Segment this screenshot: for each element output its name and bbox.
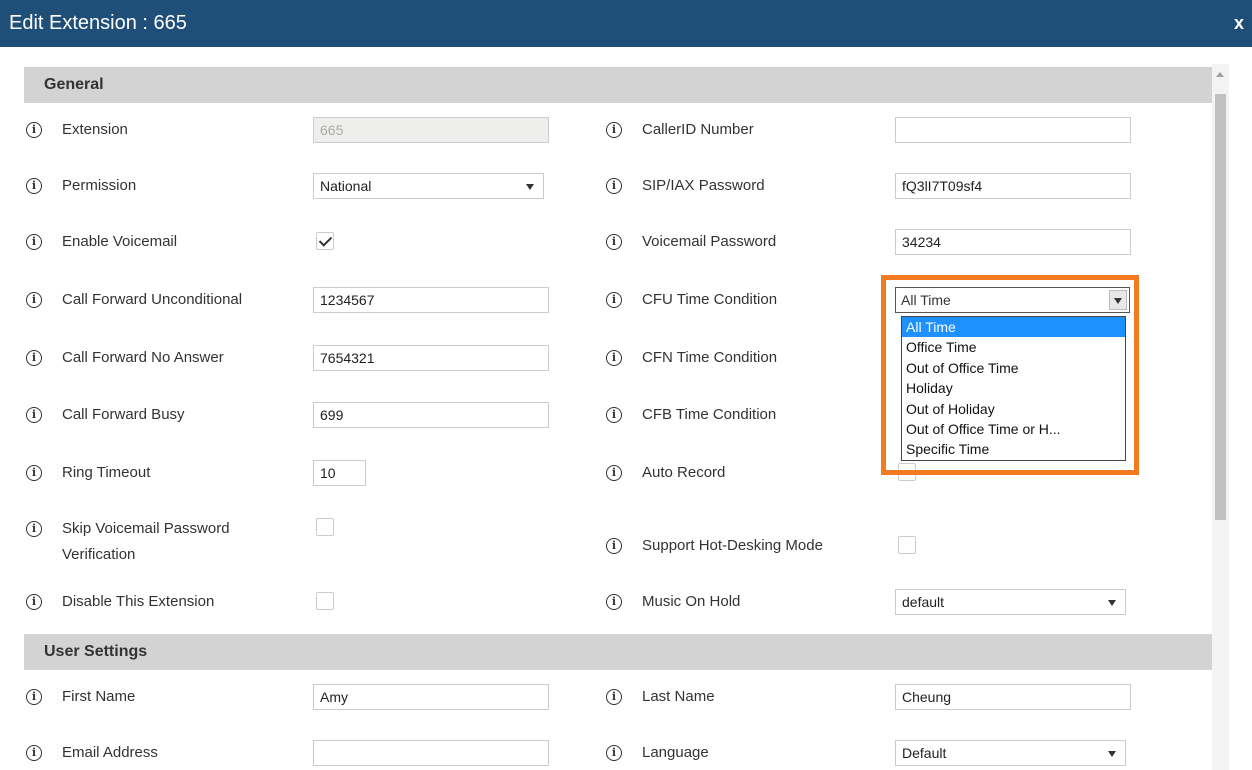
- cfn-time-label: CFN Time Condition: [642, 349, 778, 366]
- disable-extension-checkbox[interactable]: [316, 592, 334, 610]
- info-icon[interactable]: i: [606, 745, 622, 761]
- language-select[interactable]: Default: [895, 740, 1126, 766]
- cfb-input[interactable]: 699: [313, 402, 549, 428]
- language-label: Language: [642, 744, 709, 761]
- info-icon[interactable]: i: [26, 465, 42, 481]
- info-icon[interactable]: i: [26, 234, 42, 250]
- dialog-titlebar: Edit Extension : 665 x: [0, 0, 1252, 47]
- callerid-label: CallerID Number: [642, 121, 754, 138]
- dialog-title: Edit Extension : 665: [9, 12, 187, 34]
- info-icon[interactable]: i: [26, 178, 42, 194]
- permission-value: National: [320, 178, 372, 194]
- last-name-input[interactable]: Cheung: [895, 684, 1131, 710]
- dropdown-option[interactable]: All Time: [902, 317, 1125, 338]
- cfb-time-label: CFB Time Condition: [642, 406, 777, 423]
- sip-password-input[interactable]: fQ3lI7T09sf4: [895, 173, 1131, 199]
- cfu-input[interactable]: 1234567: [313, 287, 549, 313]
- hot-desking-label: Support Hot-Desking Mode: [642, 537, 823, 554]
- section-general-header: General: [24, 67, 1212, 103]
- scroll-up-icon[interactable]: [1216, 72, 1224, 77]
- auto-record-label: Auto Record: [642, 464, 726, 481]
- first-name-label: First Name: [62, 688, 136, 705]
- vertical-scrollbar[interactable]: [1212, 64, 1229, 770]
- info-icon[interactable]: i: [606, 594, 622, 610]
- info-icon[interactable]: i: [606, 292, 622, 308]
- last-name-label: Last Name: [642, 688, 715, 705]
- cfn-input[interactable]: 7654321: [313, 345, 549, 371]
- scrollbar-thumb[interactable]: [1215, 94, 1226, 520]
- dropdown-option[interactable]: Out of Office Time: [902, 358, 1125, 378]
- info-icon[interactable]: i: [26, 521, 42, 537]
- dropdown-option[interactable]: Out of Holiday: [902, 399, 1125, 419]
- chevron-down-icon: [1108, 600, 1116, 606]
- email-label: Email Address: [62, 744, 158, 761]
- info-icon[interactable]: i: [606, 122, 622, 138]
- disable-extension-label: Disable This Extension: [62, 593, 215, 610]
- cfu-time-value: All Time: [901, 292, 951, 308]
- enable-voicemail-checkbox[interactable]: [316, 232, 334, 250]
- dropdown-option[interactable]: Holiday: [902, 378, 1125, 398]
- hot-desking-checkbox[interactable]: [898, 536, 916, 554]
- extension-input: 665: [313, 117, 549, 143]
- info-icon[interactable]: i: [26, 594, 42, 610]
- callerid-input[interactable]: [895, 117, 1131, 143]
- time-condition-options-list: All Time Office Time Out of Office Time Hol…: [901, 316, 1126, 461]
- cfn-label: Call Forward No Answer: [62, 349, 224, 366]
- info-icon[interactable]: i: [26, 407, 42, 423]
- first-name-input[interactable]: Amy: [313, 684, 549, 710]
- info-icon[interactable]: i: [26, 122, 42, 138]
- info-icon[interactable]: i: [26, 350, 42, 366]
- language-value: Default: [902, 745, 947, 761]
- skip-vm-label-line2: Verification: [62, 546, 136, 563]
- cfu-time-label: CFU Time Condition: [642, 291, 778, 308]
- cfb-label: Call Forward Busy: [62, 406, 185, 423]
- cfu-label: Call Forward Unconditional: [62, 291, 243, 308]
- info-icon[interactable]: i: [26, 745, 42, 761]
- moh-select[interactable]: default: [895, 589, 1126, 615]
- moh-label: Music On Hold: [642, 593, 741, 610]
- enable-voicemail-label: Enable Voicemail: [62, 233, 178, 250]
- dropdown-option[interactable]: Out of Office Time or H...: [902, 419, 1125, 439]
- dropdown-option[interactable]: Office Time: [902, 337, 1125, 357]
- section-user-settings-title: User Settings: [44, 643, 148, 660]
- email-input[interactable]: [313, 740, 549, 766]
- voicemail-password-input[interactable]: 34234: [895, 229, 1131, 255]
- sip-password-label: SIP/IAX Password: [642, 177, 765, 194]
- chevron-down-icon: [526, 184, 534, 190]
- extension-label: Extension: [62, 121, 128, 138]
- info-icon[interactable]: i: [606, 407, 622, 423]
- close-button[interactable]: x: [1234, 13, 1244, 34]
- section-general-title: General: [44, 76, 104, 93]
- chevron-down-icon: [1108, 751, 1116, 757]
- ring-timeout-label: Ring Timeout: [62, 464, 151, 481]
- info-icon[interactable]: i: [606, 234, 622, 250]
- skip-vm-label-line1: Skip Voicemail Password: [62, 520, 230, 537]
- dropdown-option[interactable]: Specific Time: [902, 439, 1125, 459]
- info-icon[interactable]: i: [606, 350, 622, 366]
- info-icon[interactable]: i: [606, 465, 622, 481]
- info-icon[interactable]: i: [606, 178, 622, 194]
- chevron-down-icon[interactable]: [1109, 290, 1127, 310]
- info-icon[interactable]: i: [606, 538, 622, 554]
- info-icon[interactable]: i: [26, 689, 42, 705]
- skip-vm-checkbox[interactable]: [316, 518, 334, 536]
- permission-label: Permission: [62, 177, 137, 194]
- info-icon[interactable]: i: [606, 689, 622, 705]
- voicemail-password-label: Voicemail Password: [642, 233, 777, 250]
- permission-select[interactable]: National: [313, 173, 544, 199]
- info-icon[interactable]: i: [26, 292, 42, 308]
- section-user-settings-header: User Settings: [24, 634, 1212, 670]
- ring-timeout-input[interactable]: 10: [313, 460, 366, 486]
- moh-value: default: [902, 594, 945, 610]
- cfu-time-select[interactable]: All Time: [895, 287, 1130, 313]
- dialog-content: General i Extension 665 i Permission Nat…: [0, 47, 1252, 770]
